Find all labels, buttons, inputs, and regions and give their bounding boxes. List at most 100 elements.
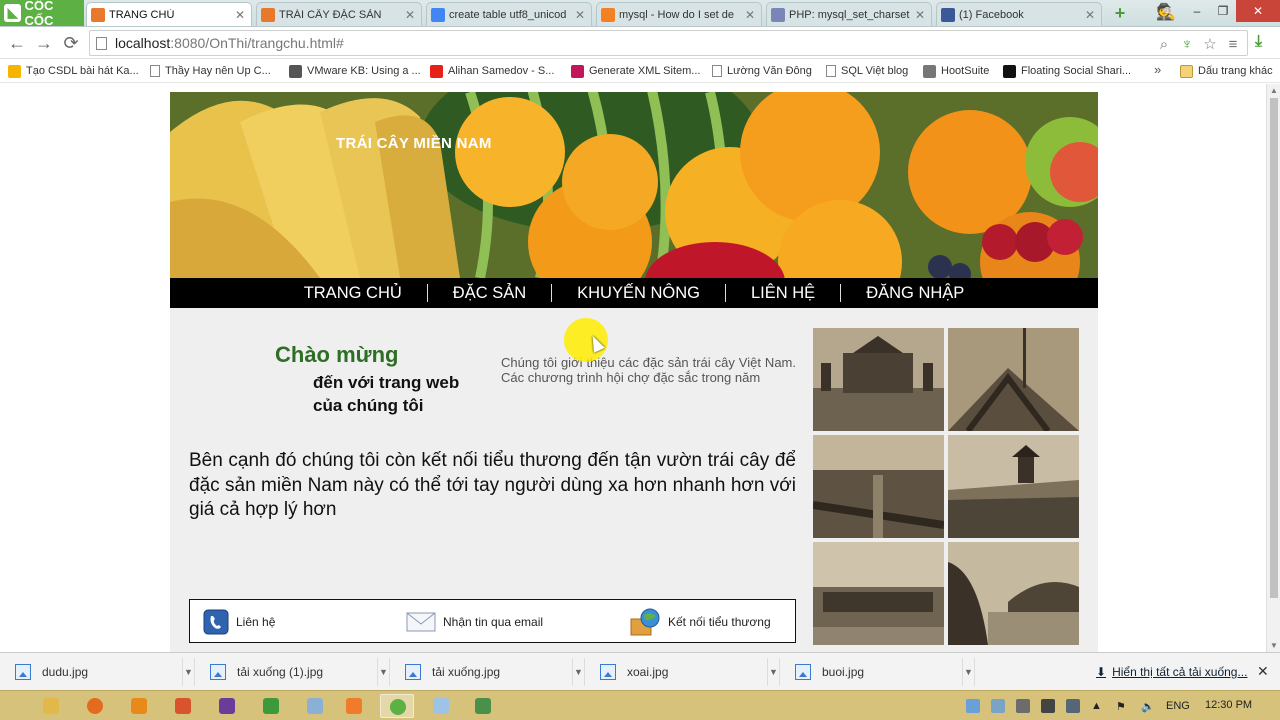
minimize-button[interactable]: – [1184, 0, 1210, 22]
battery-icon[interactable] [1041, 699, 1055, 713]
taskbar-xampp[interactable] [337, 694, 371, 718]
download-item[interactable]: tải xuống (1).jpg ▼ [198, 658, 390, 686]
tab-close-icon[interactable]: ✕ [915, 8, 925, 22]
bookmark-item[interactable]: SQL Việt blog [826, 63, 908, 79]
gallery-photo[interactable] [813, 435, 944, 538]
tab-create-table[interactable]: create table utf8_unicod ✕ [426, 2, 592, 26]
tab-php-docs[interactable]: PHP: mysql_set_charset ✕ [766, 2, 932, 26]
zoom-icon[interactable]: ⌕ [1156, 36, 1172, 54]
gallery-photo[interactable] [813, 328, 944, 431]
tab-trai-cay-dac-san[interactable]: TRÁI CÂY ĐẶC SẢN ✕ [256, 2, 422, 26]
taskbar-pdf[interactable] [166, 694, 200, 718]
bookmark-item[interactable]: VMware KB: Using a ... [289, 63, 421, 79]
taskbar-explorer[interactable] [34, 694, 68, 718]
scroll-down-icon[interactable]: ▼ [1267, 641, 1280, 650]
taskbar-app-2[interactable] [466, 694, 500, 718]
taskbar-firefox[interactable] [78, 694, 112, 718]
forward-button[interactable]: → [33, 32, 55, 54]
volume-icon[interactable]: 🔈 [1141, 700, 1155, 713]
taskbar-coccoc[interactable] [380, 694, 414, 718]
download-item[interactable]: buoi.jpg ▼ [783, 658, 975, 686]
menu-item-trang-chu[interactable]: TRANG CHỦ [279, 284, 427, 302]
menu-item-khuyen-nong[interactable]: KHUYẾN NÔNG [551, 284, 725, 302]
download-item[interactable]: dudu.jpg ▼ [3, 658, 195, 686]
bookmark-label: Floating Social Shari... [1021, 65, 1132, 77]
gallery-photo[interactable] [813, 542, 944, 645]
close-window-button[interactable]: ✕ [1236, 0, 1280, 22]
tray-overflow-icon[interactable]: ▲ [1091, 700, 1105, 712]
tray-app-icon[interactable] [1066, 699, 1080, 713]
tab-close-icon[interactable]: ✕ [575, 8, 585, 22]
bookmark-item[interactable]: Floating Social Shari... [1003, 63, 1131, 79]
menu-item-dac-san[interactable]: ĐẶC SẢN [426, 284, 551, 302]
blogger-b-icon [1003, 64, 1016, 78]
scrollbar-thumb[interactable] [1270, 98, 1278, 598]
menu-item-dang-nhap[interactable]: ĐĂNG NHẬP [840, 284, 989, 302]
taskbar-document[interactable] [424, 694, 458, 718]
chevron-down-icon[interactable]: ▼ [962, 658, 974, 686]
download-item[interactable]: xoai.jpg ▼ [588, 658, 780, 686]
other-bookmarks-folder[interactable]: Dấu trang khác [1180, 63, 1273, 79]
menu-icon[interactable]: ≡ [1225, 36, 1241, 54]
bookmark-label: Thầy Hay nên Up C... [165, 65, 271, 77]
coccoc-menu-button[interactable]: ◣ CỐC CỐC [0, 0, 84, 28]
incognito-icon: 🕵 [1156, 4, 1176, 21]
taskbar-visual-studio[interactable] [210, 694, 244, 718]
chevron-down-icon[interactable]: ▼ [377, 658, 389, 686]
page-icon [826, 65, 836, 77]
tab-close-icon[interactable]: ✕ [745, 8, 755, 22]
bookmark-item[interactable]: Generate XML Sitem... [571, 63, 700, 79]
system-clock[interactable]: 12:30 PM [1205, 699, 1252, 711]
bookmark-item[interactable]: Lường Văn Đông [712, 63, 812, 79]
chevron-down-icon[interactable]: ▼ [182, 658, 194, 686]
chevron-down-icon[interactable]: ▼ [767, 658, 779, 686]
tab-close-icon[interactable]: ✕ [1085, 8, 1095, 22]
merchant-connect-link[interactable]: Kết nối tiểu thương [629, 607, 771, 637]
email-signup-link[interactable]: Nhận tin qua email [406, 607, 543, 637]
tab-mysql-question[interactable]: mysql - How do I set de ✕ [596, 2, 762, 26]
taskbar-notepad[interactable] [298, 694, 332, 718]
bookmark-item[interactable]: Alihan Samedov - S... [430, 63, 554, 79]
downloads-shelf: dudu.jpg ▼ tải xuống (1).jpg ▼ tải xuống.j… [0, 652, 1280, 690]
input-language[interactable]: ENG [1166, 700, 1190, 712]
download-icon[interactable]: ⤓ [1255, 33, 1262, 51]
bookmark-item[interactable]: HootSuite [923, 63, 989, 79]
tab-close-icon[interactable]: ✕ [405, 8, 415, 22]
network-icon[interactable] [966, 699, 980, 713]
tab-close-icon[interactable]: ✕ [235, 8, 245, 22]
bookmark-item[interactable]: Tạo CSDL bài hát Ka... [8, 63, 139, 79]
page-icon [150, 65, 160, 77]
gallery-photo[interactable] [948, 435, 1079, 538]
show-all-downloads-link[interactable]: ⬇ Hiển thị tất cả tải xuống... [1096, 665, 1247, 679]
scroll-up-icon[interactable]: ▲ [1267, 86, 1280, 95]
tab-trang-chu[interactable]: TRANG CHỦ ✕ [86, 2, 252, 26]
vertical-scrollbar[interactable]: ▲ ▼ [1266, 84, 1280, 652]
tab-favicon-icon [941, 7, 955, 22]
tab-facebook[interactable]: (1) Facebook ✕ [936, 2, 1102, 26]
address-bar[interactable]: localhost:8080/OnThi/trangchu.html# ⌕ ♆ … [89, 30, 1248, 56]
flag-icon[interactable]: ⚑ [1116, 700, 1130, 713]
printer-icon[interactable] [1016, 699, 1030, 713]
star-icon[interactable]: ☆ [1202, 36, 1218, 54]
bookmark-item[interactable]: Thầy Hay nên Up C... [150, 63, 271, 79]
visual-studio-icon [219, 698, 235, 714]
taskbar-media-player[interactable] [122, 694, 156, 718]
contact-link[interactable]: Liên hệ [203, 607, 275, 637]
update-icon[interactable] [991, 699, 1005, 713]
restore-button[interactable]: ❐ [1210, 0, 1236, 22]
new-tab-button[interactable]: + [1108, 3, 1132, 23]
reload-button[interactable]: ⟳ [60, 32, 82, 54]
taskbar-app[interactable] [254, 694, 288, 718]
menu-item-lien-he[interactable]: LIÊN HỆ [725, 284, 840, 302]
tab-favicon-icon [771, 7, 785, 22]
fruit-illustration [170, 92, 1098, 278]
banner-title: TRÁI CÂY MIỀN NAM [336, 135, 492, 152]
back-button[interactable]: ← [6, 32, 28, 54]
chevron-down-icon[interactable]: ▼ [572, 658, 584, 686]
bookmarks-overflow-button[interactable]: » [1154, 62, 1161, 77]
shield-icon[interactable]: ♆ [1179, 36, 1195, 54]
gallery-photo[interactable] [948, 542, 1079, 645]
download-item[interactable]: tải xuống.jpg ▼ [393, 658, 585, 686]
gallery-photo[interactable] [948, 328, 1079, 431]
close-downloads-button[interactable]: ✕ [1257, 663, 1269, 680]
